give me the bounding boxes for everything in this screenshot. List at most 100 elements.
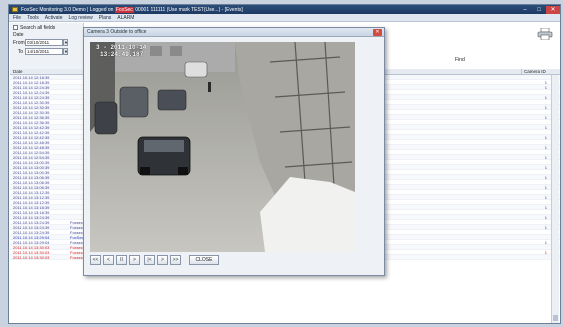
camera-dialog: Camera 3 Outside to office ✕ 3 - 2011-10… bbox=[83, 27, 385, 276]
cell-camera-id: 1 bbox=[544, 145, 547, 150]
from-date-dropdown[interactable]: ▼ bbox=[63, 39, 68, 46]
toolbar-right bbox=[488, 23, 558, 63]
cell-date: 2011.10.14 13:06:39 bbox=[13, 180, 50, 184]
cell-date: 2011.10.14 12:54:39 bbox=[13, 150, 50, 154]
pause-button[interactable]: II bbox=[116, 255, 127, 265]
go-start-button[interactable]: |< bbox=[144, 255, 155, 265]
to-date-dropdown[interactable]: ▼ bbox=[63, 48, 68, 55]
cell-date: 2011.10.14 12:48:39 bbox=[13, 145, 50, 149]
menu-alarm[interactable]: ALARM bbox=[117, 15, 134, 21]
cell-camera-id: 1 bbox=[544, 95, 547, 100]
cell-camera-id: 1 bbox=[544, 155, 547, 160]
cell-camera-id: 1 bbox=[544, 240, 547, 245]
menu-log-review[interactable]: Log review bbox=[69, 15, 93, 21]
cell-date: 2011.10.14 13:30:03 bbox=[13, 245, 50, 249]
cell-camera-id: 1 bbox=[544, 165, 547, 170]
cell-date: 2011.10.14 13:24:39 bbox=[13, 220, 50, 224]
title-prefix: FoxSec Monitoring 3.0 Demo | Logged on bbox=[21, 6, 115, 13]
maximize-button[interactable]: □ bbox=[532, 6, 546, 14]
cell-date: 2011.10.14 13:18:39 bbox=[13, 210, 50, 214]
vertical-scrollbar[interactable] bbox=[551, 75, 559, 323]
cell-camera-id: 1 bbox=[544, 205, 547, 210]
cell-date: 2011.10.14 12:36:39 bbox=[13, 120, 50, 124]
rewind-button[interactable]: << bbox=[90, 255, 101, 265]
cell-date: 2011.10.14 13:06:39 bbox=[13, 185, 50, 189]
window-close-button[interactable]: ✕ bbox=[546, 5, 560, 14]
cell-date: 2011.10.14 12:54:39 bbox=[13, 155, 50, 159]
app-icon bbox=[12, 7, 18, 12]
cell-date: 2011.10.14 12:36:39 bbox=[13, 115, 50, 119]
cell-date: 2011.10.14 13:00:39 bbox=[13, 170, 50, 174]
cell-date: 2011.10.14 13:18:39 bbox=[13, 205, 50, 209]
cell-date: 2011.10.14 12:30:39 bbox=[13, 100, 50, 104]
cell-date: 2011.10.14 13:12:39 bbox=[13, 200, 50, 204]
cell-date: 2011.10.14 13:00:39 bbox=[13, 165, 50, 169]
cell-camera-id: 1 bbox=[544, 125, 547, 130]
cell-camera-id: 1 bbox=[544, 115, 547, 120]
cell-date: 2011.10.14 12:24:39 bbox=[13, 90, 50, 94]
date-group-label: Date bbox=[13, 32, 24, 38]
cell-date: 2011.10.14 12:24:39 bbox=[13, 95, 50, 99]
title-bar: FoxSec Monitoring 3.0 Demo | Logged on F… bbox=[9, 5, 560, 14]
title-suffix: 00001 111111 (Use mark TEST(Use...) - [E… bbox=[133, 6, 243, 13]
cell-date: 2011.10.14 13:24:39 bbox=[13, 230, 50, 234]
window-title: FoxSec Monitoring 3.0 Demo | Logged on F… bbox=[21, 6, 243, 13]
camera-dialog-title: Camera 3 Outside to office bbox=[87, 29, 147, 35]
cell-camera-id: 1 bbox=[544, 135, 547, 140]
scrollbar-thumb[interactable] bbox=[553, 315, 558, 321]
cell-date: 2011.10.14 13:06:39 bbox=[13, 175, 50, 179]
cell-camera-id: 1 bbox=[544, 185, 547, 190]
cell-date: 2011.10.14 12:18:39 bbox=[13, 75, 50, 79]
cell-date: 2011.10.14 13:24:39 bbox=[13, 225, 50, 229]
cell-camera-id: 1 bbox=[544, 250, 547, 255]
step-forward-button[interactable]: > bbox=[157, 255, 168, 265]
video-timestamp: 3 - 2011-10-14 13:24:49.187 bbox=[96, 44, 146, 58]
close-button[interactable]: CLOSE bbox=[189, 255, 219, 265]
cell-camera-id: 1 bbox=[544, 85, 547, 90]
menu-file[interactable]: File bbox=[13, 15, 21, 21]
camera-dialog-titlebar: Camera 3 Outside to office ✕ bbox=[84, 28, 384, 37]
search-all-checkbox[interactable] bbox=[13, 25, 18, 30]
cell-date: 2011.10.14 13:12:39 bbox=[13, 190, 50, 194]
cell-date: 2011.10.14 12:30:39 bbox=[13, 110, 50, 114]
cell-date: 2011.10.14 12:30:39 bbox=[13, 105, 50, 109]
cell-date: 2011.10.14 12:42:39 bbox=[13, 125, 50, 129]
column-header-camera-id[interactable]: Camera ID bbox=[521, 69, 551, 74]
cell-date: 2011.10.14 13:00:39 bbox=[13, 160, 50, 164]
cell-date: 2011.10.14 13:12:39 bbox=[13, 195, 50, 199]
to-date-field[interactable]: 14/10/2011 bbox=[25, 48, 63, 55]
menu-tools[interactable]: Tools bbox=[27, 15, 39, 21]
menu-plans[interactable]: Plans bbox=[99, 15, 112, 21]
title-highlight: FoxSec bbox=[114, 6, 134, 13]
cell-date: 2011.10.14 13:30:03 bbox=[13, 250, 50, 254]
camera-dialog-close-icon[interactable]: ✕ bbox=[373, 28, 382, 36]
camera-video-frame: 3 - 2011-10-14 13:24:49.187 bbox=[90, 42, 355, 252]
playback-controls: << < II > |< > >> CLOSE bbox=[90, 254, 219, 266]
cell-camera-id: 1 bbox=[544, 215, 547, 220]
menu-activate[interactable]: Activate bbox=[45, 15, 63, 21]
column-header-date[interactable]: Date bbox=[10, 69, 70, 74]
cell-date: 2011.10.14 12:42:39 bbox=[13, 130, 50, 134]
cell-date: 2011.10.14 13:29:04 bbox=[13, 240, 50, 244]
fast-forward-button[interactable]: >> bbox=[170, 255, 181, 265]
parking-lot-scene bbox=[90, 42, 355, 252]
step-back-button[interactable]: < bbox=[103, 255, 114, 265]
printer-icon[interactable] bbox=[537, 28, 553, 40]
cell-camera-id: 1 bbox=[544, 225, 547, 230]
cell-camera-id: 1 bbox=[544, 175, 547, 180]
cell-camera-id: 1 bbox=[544, 105, 547, 110]
from-label: From bbox=[13, 39, 25, 46]
to-label: To bbox=[17, 48, 23, 55]
minimize-button[interactable]: – bbox=[518, 6, 532, 14]
cell-date: 2011.10.14 12:18:39 bbox=[13, 80, 50, 84]
cell-date: 2011.10.14 12:42:39 bbox=[13, 135, 50, 139]
cell-date: 2011.10.14 13:24:39 bbox=[13, 215, 50, 219]
cell-date: 2011.10.14 13:29:04 bbox=[13, 235, 50, 239]
play-button[interactable]: > bbox=[129, 255, 140, 265]
cell-camera-id: 1 bbox=[544, 195, 547, 200]
from-date-field[interactable]: 03/10/2011 bbox=[25, 39, 63, 46]
cell-date: 2011.10.14 13:30:03 bbox=[13, 255, 50, 259]
search-all-label: Search all fields bbox=[20, 24, 56, 31]
menu-bar: File Tools Activate Log review Plans ALA… bbox=[9, 14, 560, 22]
filter-panel: Search all fields Date From 03/10/2011 ▼… bbox=[10, 23, 84, 69]
